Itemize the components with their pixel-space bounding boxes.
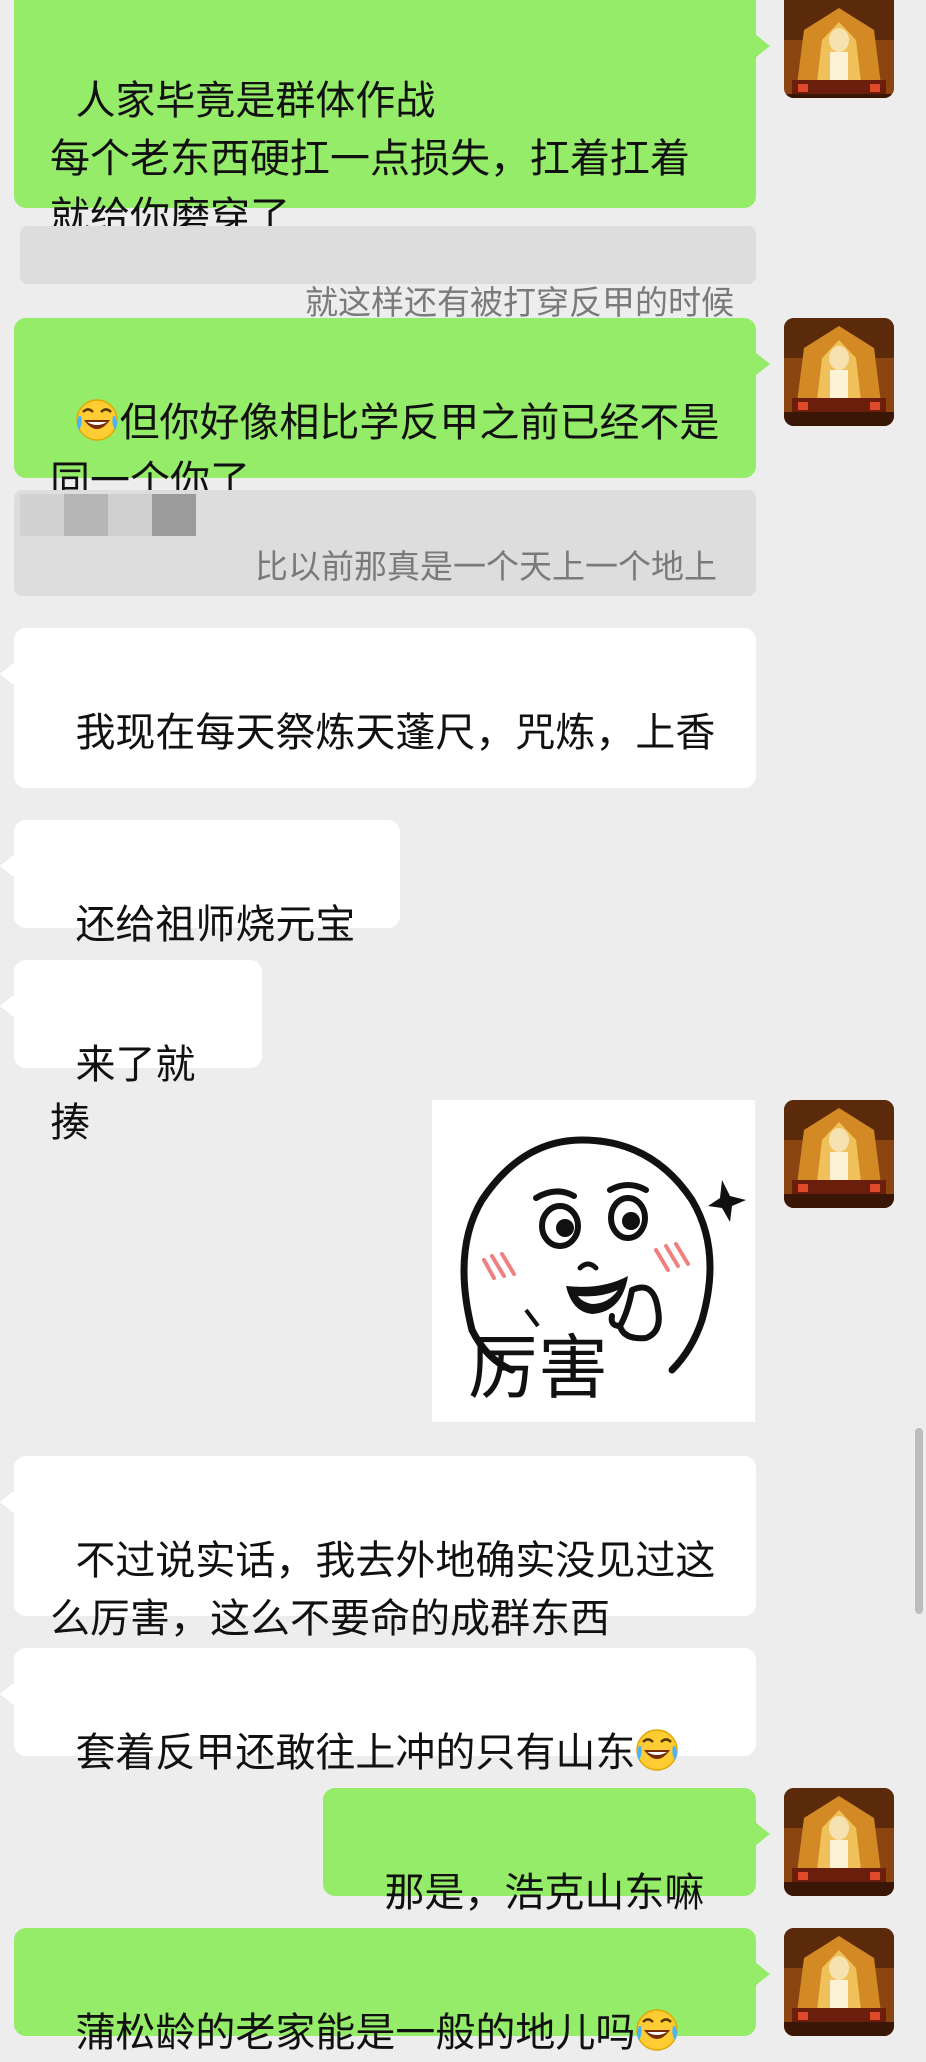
my-avatar[interactable] [784, 1928, 894, 2036]
message-text: 还给祖师烧元宝 [75, 902, 356, 948]
redacted-name-block [64, 494, 108, 536]
laughing-crying-emoji-icon [636, 2008, 679, 2052]
avatar-image-icon [784, 1788, 894, 1896]
quoted-text: 比以前那真是一个天上一个地上 [254, 547, 717, 586]
message-bubble-incoming[interactable]: 我现在每天祭炼天蓬尺，咒炼，上香 [0, 628, 756, 788]
laughing-crying-emoji-icon [636, 1728, 679, 1772]
message-text: 但你好像相比学反甲之前已经不是同一个你了 [50, 400, 720, 504]
quoted-reply[interactable]: 就这样还有被打穿反甲的时候 [20, 226, 756, 322]
message-text: 我现在每天祭炼天蓬尺，咒炼，上香 [75, 710, 716, 756]
my-avatar[interactable] [784, 318, 894, 426]
message-bubble-outgoing[interactable]: 人家毕竟是群体作战 每个老东西硬扛一点损失，扛着扛着就给你磨穿了 [14, 0, 770, 240]
redacted-name-block [108, 494, 152, 536]
message-text: 人家毕竟是群体作战 每个老东西硬扛一点损失，扛着扛着就给你磨穿了 [50, 78, 690, 240]
my-avatar[interactable] [784, 1100, 894, 1208]
sticker-caption: 厉害 [468, 1327, 608, 1409]
quoted-text: 就这样还有被打穿反甲的时候 [305, 283, 734, 322]
avatar-image-icon [784, 1928, 894, 2036]
my-avatar[interactable] [784, 0, 894, 98]
avatar-image-icon [784, 1100, 894, 1208]
message-bubble-incoming[interactable]: 不过说实话，我去外地确实没见过这么厉害，这么不要命的成群东西 [0, 1456, 756, 1642]
laughing-crying-emoji-icon [76, 398, 119, 442]
message-text: 那是，浩克山东嘛 [384, 1870, 705, 1916]
message-text: 来了就揍 [50, 1042, 196, 1146]
message-text: 不过说实话，我去外地确实没见过这么厉害，这么不要命的成群东西 [50, 1538, 716, 1642]
message-bubble-outgoing[interactable]: 但你好像相比学反甲之前已经不是同一个你了 [14, 318, 770, 504]
message-bubble-incoming[interactable]: 还给祖师烧元宝 [0, 820, 400, 948]
redacted-name-block [152, 494, 196, 536]
sticker-message[interactable]: 厉害 [432, 1100, 755, 1422]
message-bubble-incoming[interactable]: 来了就揍 [0, 960, 262, 1146]
message-bubble-outgoing[interactable]: 那是，浩克山东嘛 [323, 1788, 770, 1916]
message-text: 蒲松龄的老家能是一般的地儿吗 [75, 2010, 636, 2056]
my-avatar[interactable] [784, 1788, 894, 1896]
message-bubble-outgoing[interactable]: 蒲松龄的老家能是一般的地儿吗 [14, 1928, 770, 2056]
scrollbar[interactable] [915, 1428, 923, 1614]
message-bubble-incoming[interactable]: 套着反甲还敢往上冲的只有山东 [0, 1648, 756, 1776]
avatar-image-icon [784, 0, 894, 98]
redacted-name-block [20, 494, 64, 536]
message-text: 套着反甲还敢往上冲的只有山东 [75, 1730, 636, 1776]
avatar-image-icon [784, 318, 894, 426]
